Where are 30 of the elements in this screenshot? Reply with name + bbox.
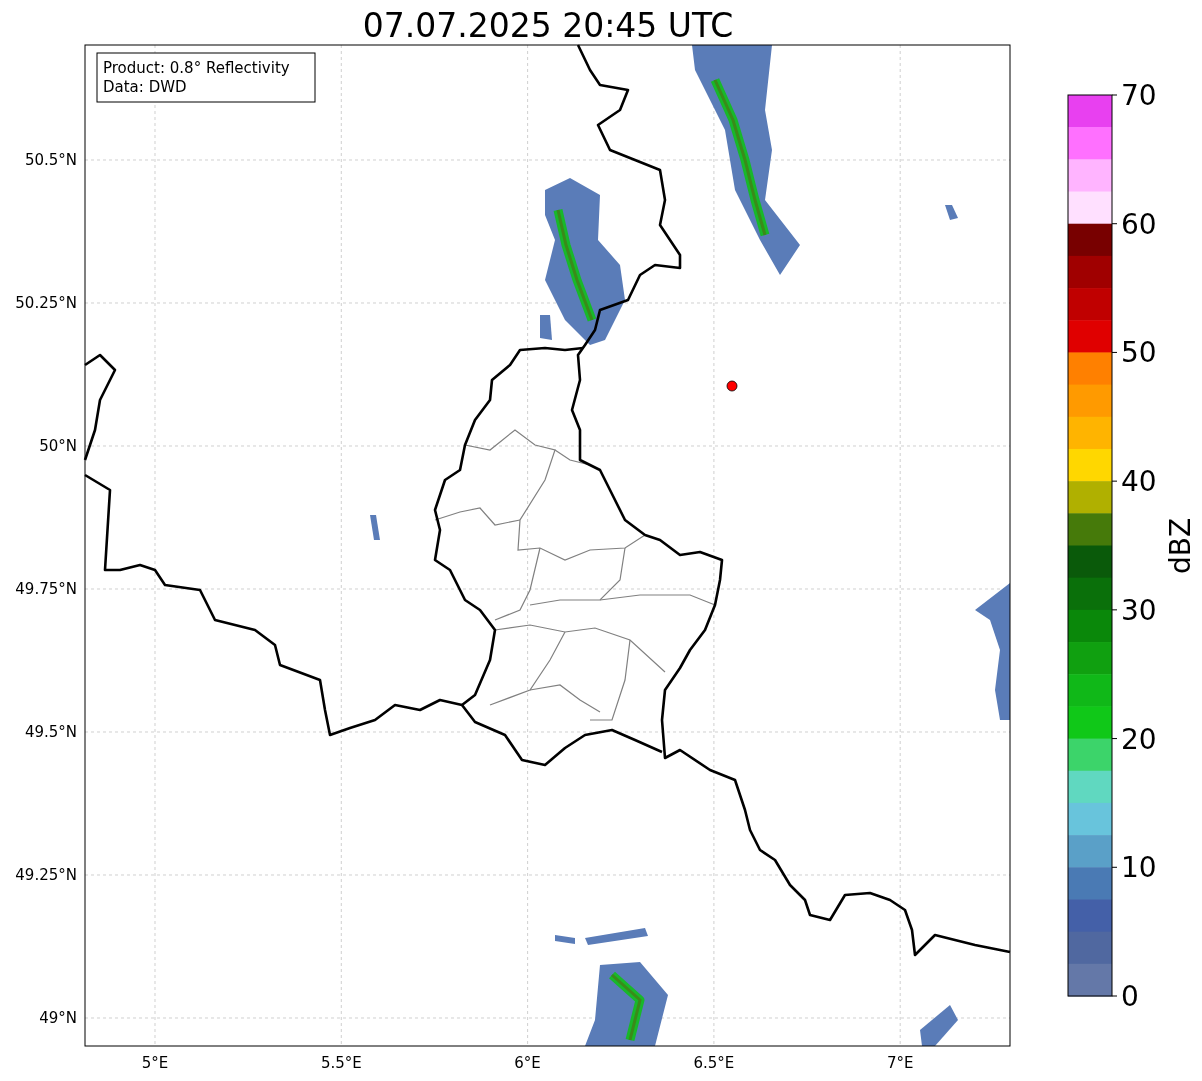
location-marker	[726, 380, 738, 392]
axis-tick-label: 6.5°E	[693, 1054, 735, 1072]
axis-tick-label: 50.25°N	[15, 294, 77, 312]
axis-tick-label: 6°E	[514, 1054, 541, 1072]
radar-echo	[555, 935, 575, 944]
colorbar-tick-label: 20	[1121, 722, 1157, 756]
colorbar-label: dBZ	[1164, 517, 1197, 575]
axis-tick-label: 5°E	[141, 1054, 169, 1072]
colorbar-tick-label: 10	[1121, 851, 1157, 885]
legend-text: Data: DWD	[103, 78, 187, 96]
axis-tick-label: 49.75°N	[15, 580, 77, 598]
axis-tick-label: 5.5°E	[320, 1054, 362, 1072]
axis-tick-label: 7°E	[886, 1054, 914, 1072]
colorbar-tick-label: 60	[1121, 207, 1157, 241]
colorbar-tick-label: 70	[1121, 79, 1157, 112]
radar-echo	[945, 205, 958, 220]
radar-echo	[920, 1005, 958, 1046]
legend-text: Product: 0.8° Reflectivity	[103, 59, 290, 77]
colorbar-tick-label: 30	[1121, 593, 1157, 627]
axis-tick-label: 49.25°N	[15, 866, 77, 884]
axis-tick-label: 50°N	[39, 437, 77, 455]
chart-title: 07.07.2025 20:45 UTC	[362, 6, 734, 45]
radar-echo	[585, 928, 648, 945]
colorbar-tick-label: 40	[1121, 465, 1157, 499]
axis-tick-label: 49.5°N	[24, 723, 77, 741]
colorbar-tick-label: 50	[1121, 336, 1157, 370]
axis-tick-label: 50.5°N	[24, 151, 77, 169]
radar-echo	[370, 515, 380, 540]
axis-tick-label: 49°N	[39, 1009, 77, 1027]
colorbar-tick-label: 0	[1121, 980, 1139, 1013]
